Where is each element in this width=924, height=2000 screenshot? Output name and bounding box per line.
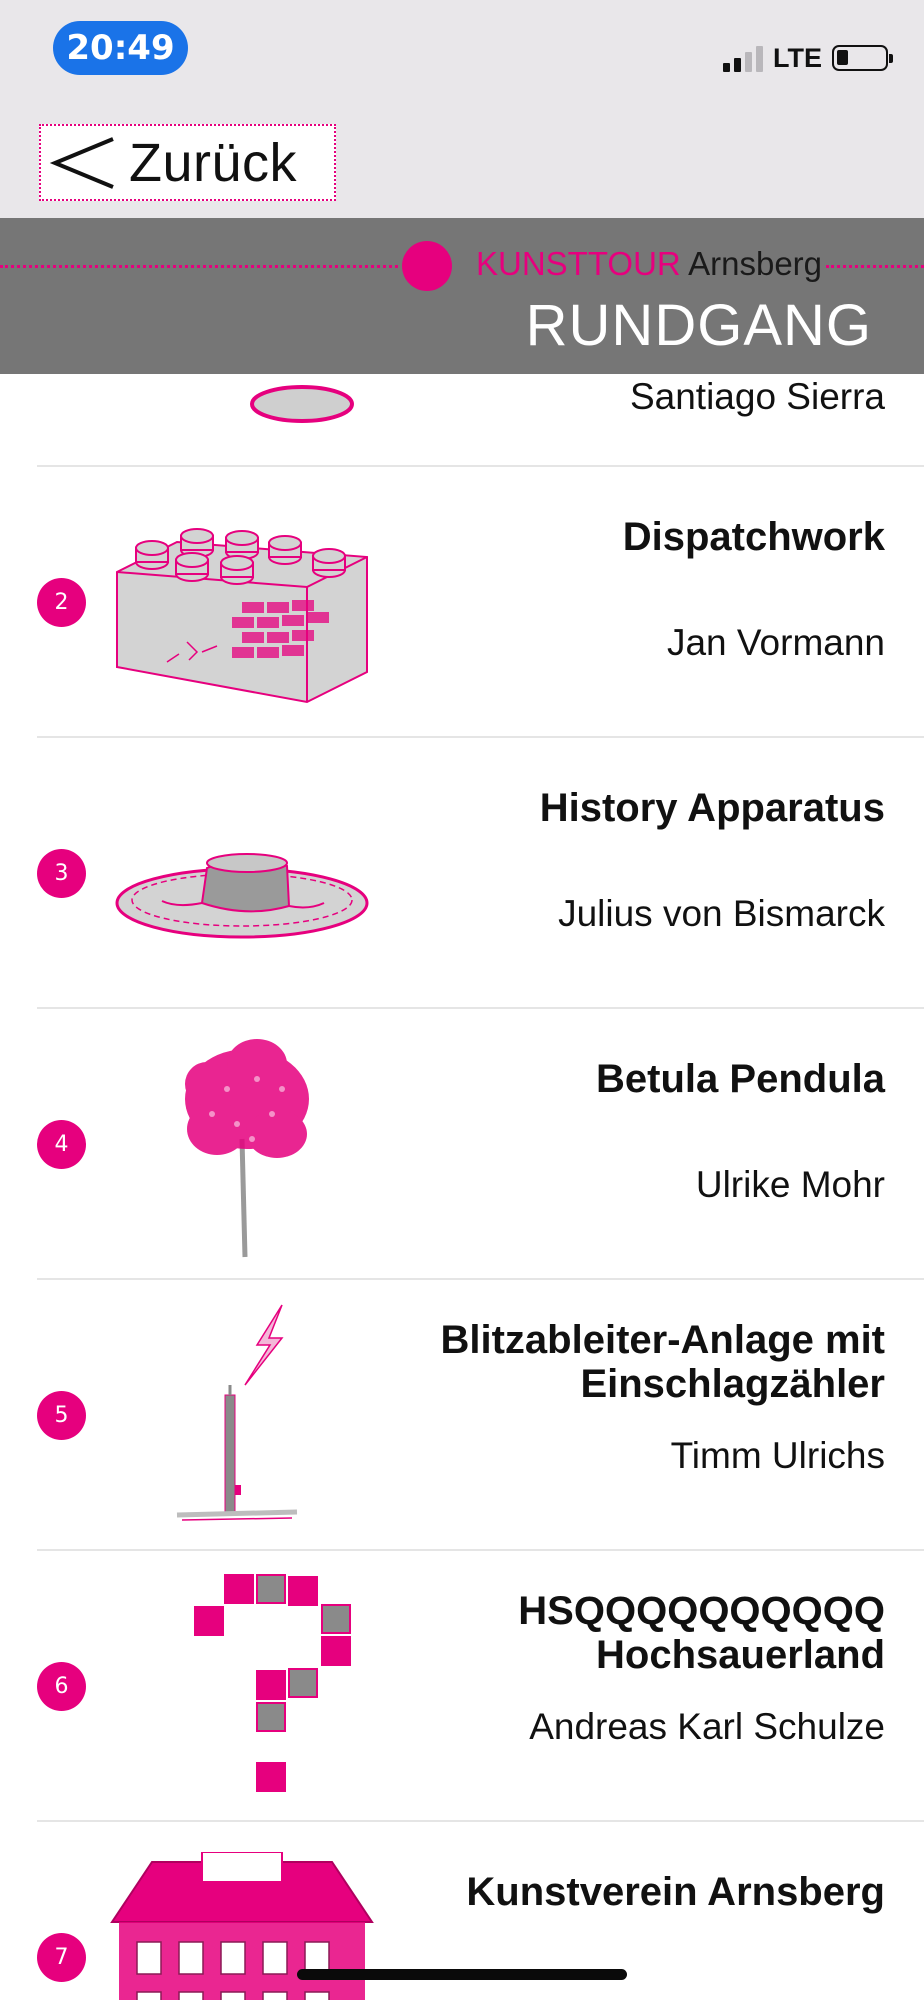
list-item[interactable]: 5 Blitzableiter-Anlage mit Einschlagzähl…: [37, 1280, 924, 1551]
list-item[interactable]: 2 Dispatchwork Jan Vormann: [37, 467, 924, 738]
list-item-title: HSQQQQQQQQQQ Hochsauerland: [518, 1589, 885, 1677]
brand-city: Arnsberg: [688, 245, 823, 282]
question-mark-tiles-icon: [194, 1574, 351, 1792]
battery-icon: [832, 45, 893, 71]
list-item-title: Blitzableiter-Anlage mit Einschlagzähler: [440, 1318, 885, 1406]
list-item[interactable]: 3 History Apparatus Julius von Bismarck: [37, 738, 924, 1009]
list-item-artist: Julius von Bismarck: [558, 893, 885, 934]
list-item-artist: Santiago Sierra: [629, 376, 885, 417]
list-item-title: History Apparatus: [539, 786, 885, 830]
status-time[interactable]: 20:49: [53, 21, 188, 75]
brand-label: KUNSTTOUR Arnsberg: [476, 245, 822, 283]
list-item-number: 7: [37, 1933, 86, 1982]
list-item-title: Betula Pendula: [596, 1057, 885, 1101]
list-item[interactable]: 6 HSQQQQQQQQQQ Hochsauerland Andreas Kar…: [37, 1551, 924, 1822]
page-title: RUNDGANG: [525, 293, 872, 358]
home-indicator[interactable]: [297, 1969, 627, 1980]
list-item-artist: Timm Ulrichs: [670, 1435, 885, 1476]
tour-list[interactable]: Santiago Sierra 2 Dispatchwork Jan Vorma…: [0, 374, 924, 2000]
brand-accent: KUNSTTOUR: [476, 245, 681, 282]
list-item-artist: Andreas Karl Schulze: [529, 1706, 885, 1747]
signal-icon: [723, 44, 763, 72]
back-button[interactable]: Zurück: [39, 124, 336, 201]
list-item-number: 6: [37, 1662, 86, 1711]
list-item[interactable]: Santiago Sierra: [37, 374, 924, 467]
oval-plate-icon: [250, 385, 354, 423]
birch-tree-icon: [185, 1039, 309, 1258]
list-item-number: 5: [37, 1391, 86, 1440]
status-indicators: LTE: [723, 38, 893, 78]
list-item-title: Kunstverein Arnsberg: [466, 1870, 885, 1914]
list-item-artist: Jan Vormann: [666, 622, 885, 663]
status-and-nav-bar: 20:49 LTE Zurück: [0, 0, 924, 218]
lightning-rod-icon: [176, 1304, 298, 1521]
list-item-title: Dispatchwork: [622, 515, 885, 559]
header-dot-icon: [402, 241, 452, 291]
header-dotted-line-right: [826, 265, 924, 268]
back-button-label: Zurück: [129, 132, 298, 193]
list-item-number: 2: [37, 578, 86, 627]
header-dotted-line-left: [0, 265, 398, 268]
list-item[interactable]: 4 Betula Pendula Ulrike Mohr: [37, 1009, 924, 1280]
list-item-artist: Ulrike Mohr: [695, 1164, 885, 1205]
list-item-number: 4: [37, 1120, 86, 1169]
lego-brick-icon: [116, 528, 368, 704]
list-item-number: 3: [37, 849, 86, 898]
network-label: LTE: [773, 42, 822, 73]
tree-stump-icon: [115, 853, 369, 939]
chevron-left-icon: [49, 136, 114, 189]
